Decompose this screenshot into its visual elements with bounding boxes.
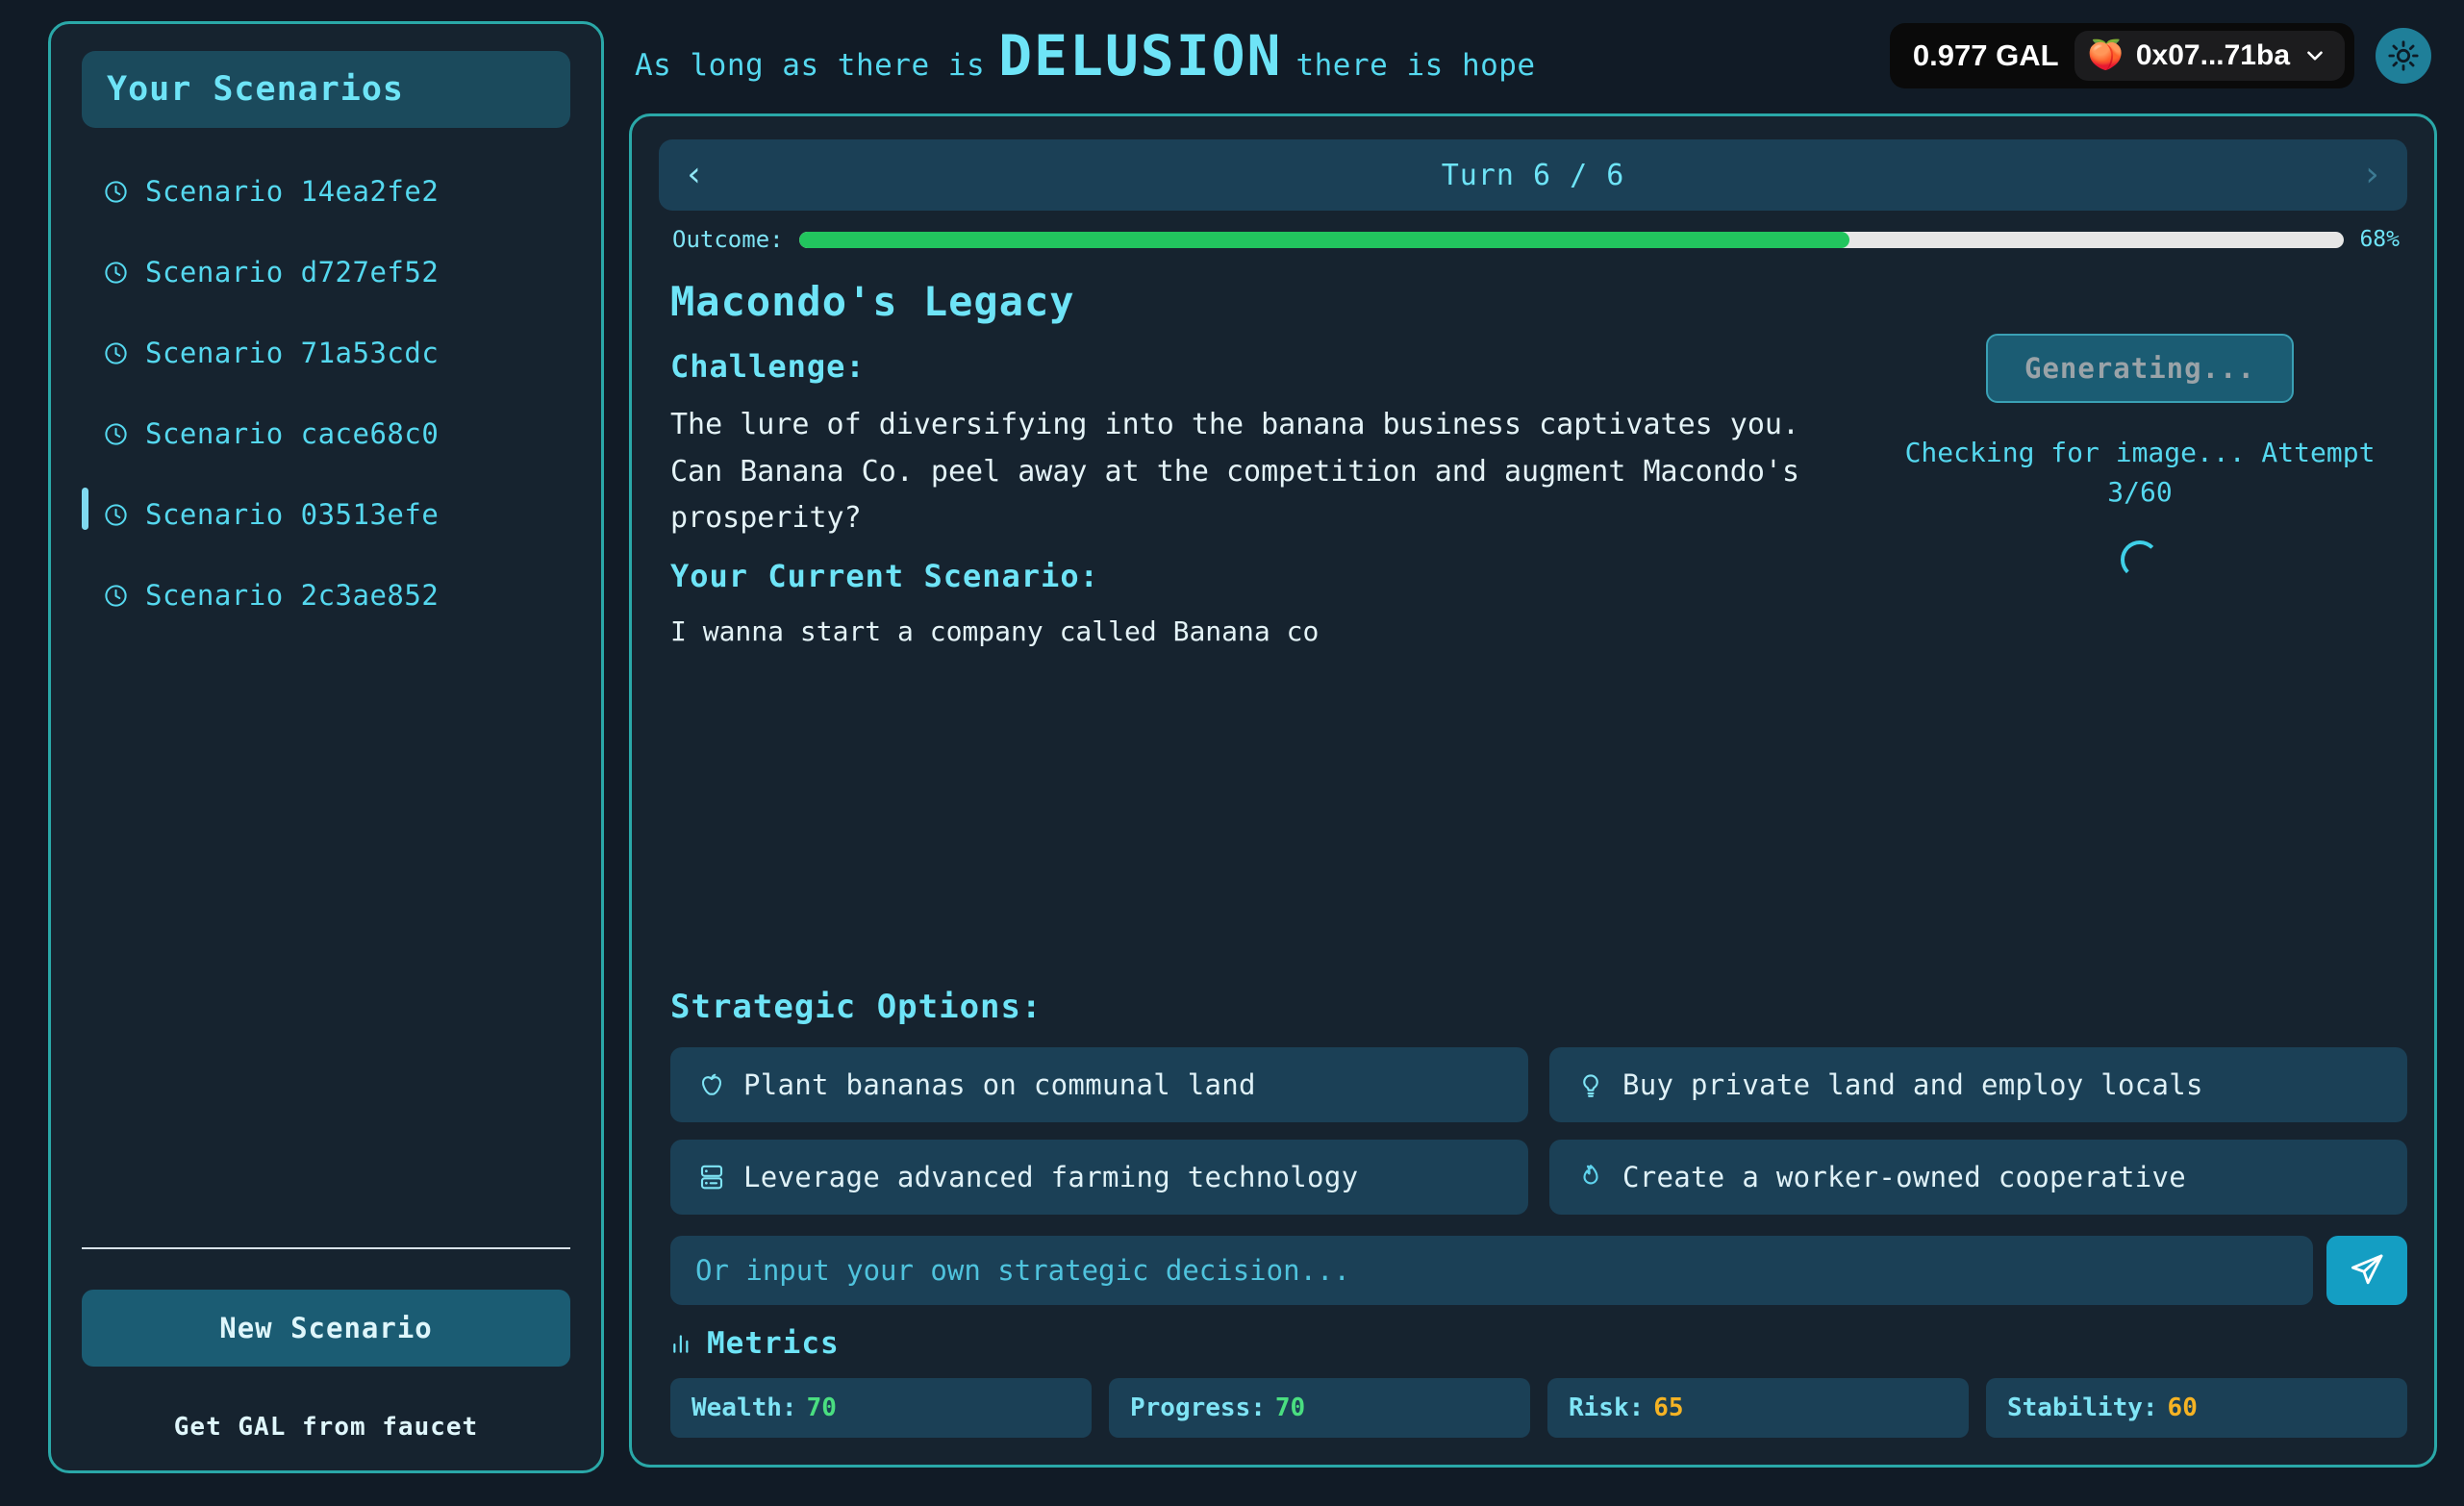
new-scenario-button[interactable]: New Scenario: [82, 1290, 570, 1367]
narrative-row: Macondo's Legacy Challenge: The lure of …: [659, 278, 2407, 652]
metric-value: 65: [1653, 1393, 1684, 1422]
metric-card: Progress: 70: [1109, 1378, 1530, 1438]
metrics-heading: Metrics: [670, 1326, 2407, 1361]
flame-icon: [1576, 1163, 1605, 1192]
metric-name: Wealth:: [691, 1393, 797, 1422]
server-icon: [697, 1163, 726, 1192]
metric-card: Risk: 65: [1547, 1378, 1969, 1438]
scenario-label: Scenario cace68c0: [145, 417, 440, 450]
metric-name: Risk:: [1569, 1393, 1645, 1422]
send-icon: [2351, 1254, 2383, 1285]
tagline: As long as there is DELUSION there is ho…: [635, 23, 1536, 88]
strategic-option-label: Leverage advanced farming technology: [743, 1161, 1359, 1193]
sidebar-item-scenario[interactable]: Scenario d727ef52: [82, 243, 570, 301]
clock-icon: [103, 260, 129, 286]
strategic-options-heading: Strategic Options:: [670, 988, 1043, 1026]
scenario-label: Scenario d727ef52: [145, 256, 440, 289]
metric-name: Progress:: [1130, 1393, 1266, 1422]
decision-input-row: [670, 1236, 2407, 1305]
previous-turn-button[interactable]: ‹: [684, 158, 705, 192]
sidebar-item-scenario[interactable]: Scenario cace68c0: [82, 405, 570, 463]
scenario-label: Scenario 2c3ae852: [145, 579, 440, 612]
turn-navigation-bar: ‹ Turn 6 / 6 ›: [659, 139, 2407, 211]
clock-icon: [103, 583, 129, 609]
sidebar-item-scenario[interactable]: Scenario 14ea2fe2: [82, 163, 570, 220]
metric-name: Stability:: [2007, 1393, 2158, 1422]
wallet-balance: 0.977 GAL: [1912, 38, 2059, 72]
generate-image-button[interactable]: Generating...: [1986, 334, 2294, 403]
topbar: As long as there is DELUSION there is ho…: [629, 21, 2437, 90]
sidebar-footer: New Scenario Get GAL from faucet: [82, 1247, 570, 1442]
image-generation-status: Checking for image... Attempt 3/60: [1904, 437, 2376, 508]
strategic-options-section: Strategic Options: Plant bananas on comm…: [659, 988, 2407, 1438]
clock-icon: [103, 340, 129, 366]
app-root: Your Scenarios Scenario 14ea2fe2 Scenario…: [0, 0, 2464, 1506]
sidebar-item-scenario[interactable]: Scenario 2c3ae852: [82, 566, 570, 624]
tagline-suffix: there is hope: [1295, 48, 1536, 83]
outcome-progress-fill: [798, 231, 1850, 248]
sidebar-item-scenario[interactable]: Scenario 03513efe: [82, 486, 570, 543]
turn-label: Turn 6 / 6: [1441, 158, 1625, 192]
strategic-option-button[interactable]: Buy private land and employ locals: [1549, 1047, 2407, 1122]
strategic-option-label: Plant bananas on communal land: [743, 1068, 1256, 1101]
sidebar: Your Scenarios Scenario 14ea2fe2 Scenario…: [48, 21, 604, 1473]
scenario-list: Scenario 14ea2fe2 Scenario d727ef52 Scenar…: [82, 163, 570, 1247]
wallet-address-chip[interactable]: 🍑 0x07...71ba: [2074, 31, 2345, 81]
metric-value: 70: [1274, 1393, 1306, 1422]
outcome-row: Outcome: 68%: [659, 226, 2407, 253]
metric-value: 60: [2167, 1393, 2198, 1422]
chevron-down-icon: [2307, 51, 2323, 61]
next-turn-button[interactable]: ›: [2361, 158, 2382, 192]
metric-card: Stability: 60: [1986, 1378, 2407, 1438]
current-scenario-heading: Your Current Scenario:: [670, 557, 1099, 594]
strategic-option-label: Buy private land and employ locals: [1622, 1068, 2203, 1101]
sidebar-item-scenario[interactable]: Scenario 71a53cdc: [82, 324, 570, 382]
clock-icon: [103, 502, 129, 528]
clock-icon: [103, 421, 129, 447]
sun-icon: [2388, 40, 2419, 71]
main-column: As long as there is DELUSION there is ho…: [629, 21, 2437, 1468]
metrics-grid: Wealth: 70 Progress: 70 Risk: 65 Stability: 60: [670, 1378, 2407, 1438]
wallet-address: 0x07...71ba: [2135, 39, 2290, 71]
clock-icon: [103, 179, 129, 205]
tagline-brand: DELUSION: [998, 23, 1283, 88]
metric-value: 70: [806, 1393, 837, 1422]
narrative-block: Macondo's Legacy Challenge: The lure of …: [659, 278, 1861, 652]
sidebar-header: Your Scenarios: [82, 51, 570, 128]
apple-icon: [697, 1070, 726, 1099]
strategic-option-button[interactable]: Plant bananas on communal land: [670, 1047, 1528, 1122]
challenge-text: The lure of diversifying into the banana…: [670, 408, 1799, 536]
send-decision-button[interactable]: [2326, 1236, 2407, 1305]
theme-toggle-button[interactable]: [2376, 28, 2431, 84]
scenario-label: Scenario 03513efe: [145, 498, 440, 531]
scenario-label: Scenario 14ea2fe2: [145, 175, 440, 208]
image-generation-panel: Generating... Checking for image... Atte…: [1890, 278, 2390, 652]
tagline-prefix: As long as there is: [635, 48, 986, 83]
outcome-percent: 68%: [2359, 227, 2400, 252]
get-gal-from-faucet-link[interactable]: Get GAL from faucet: [82, 1413, 570, 1442]
outcome-progress-track: [798, 231, 2345, 248]
strategic-options-grid: Plant bananas on communal land Buy privat…: [670, 1047, 2407, 1215]
sidebar-title: Your Scenarios: [107, 70, 405, 109]
challenge-heading: Challenge:: [670, 348, 866, 385]
loading-spinner-icon: [2121, 540, 2159, 580]
scenario-label: Scenario 71a53cdc: [145, 337, 440, 369]
strategic-option-button[interactable]: Leverage advanced farming technology: [670, 1140, 1528, 1215]
strategic-option-button[interactable]: Create a worker-owned cooperative: [1549, 1140, 2407, 1215]
game-panel: ‹ Turn 6 / 6 › Outcome: 68% Macondo's Le…: [629, 113, 2437, 1468]
strategic-option-label: Create a worker-owned cooperative: [1622, 1161, 2187, 1193]
current-scenario-text: I wanna start a company called Banana co: [670, 615, 1320, 647]
metrics-heading-label: Metrics: [707, 1326, 840, 1361]
scenario-title: Macondo's Legacy: [670, 278, 1075, 325]
sidebar-divider: [82, 1247, 570, 1249]
peach-icon: 🍑: [2087, 38, 2124, 72]
wallet-button[interactable]: 0.977 GAL 🍑 0x07...71ba: [1889, 23, 2354, 88]
outcome-label: Outcome:: [672, 226, 784, 253]
bar-chart-icon: [673, 1335, 689, 1353]
metric-card: Wealth: 70: [670, 1378, 1092, 1438]
topbar-actions: 0.977 GAL 🍑 0x07...71ba: [1889, 23, 2431, 88]
decision-input[interactable]: [670, 1236, 2313, 1305]
lightbulb-icon: [1576, 1070, 1605, 1099]
